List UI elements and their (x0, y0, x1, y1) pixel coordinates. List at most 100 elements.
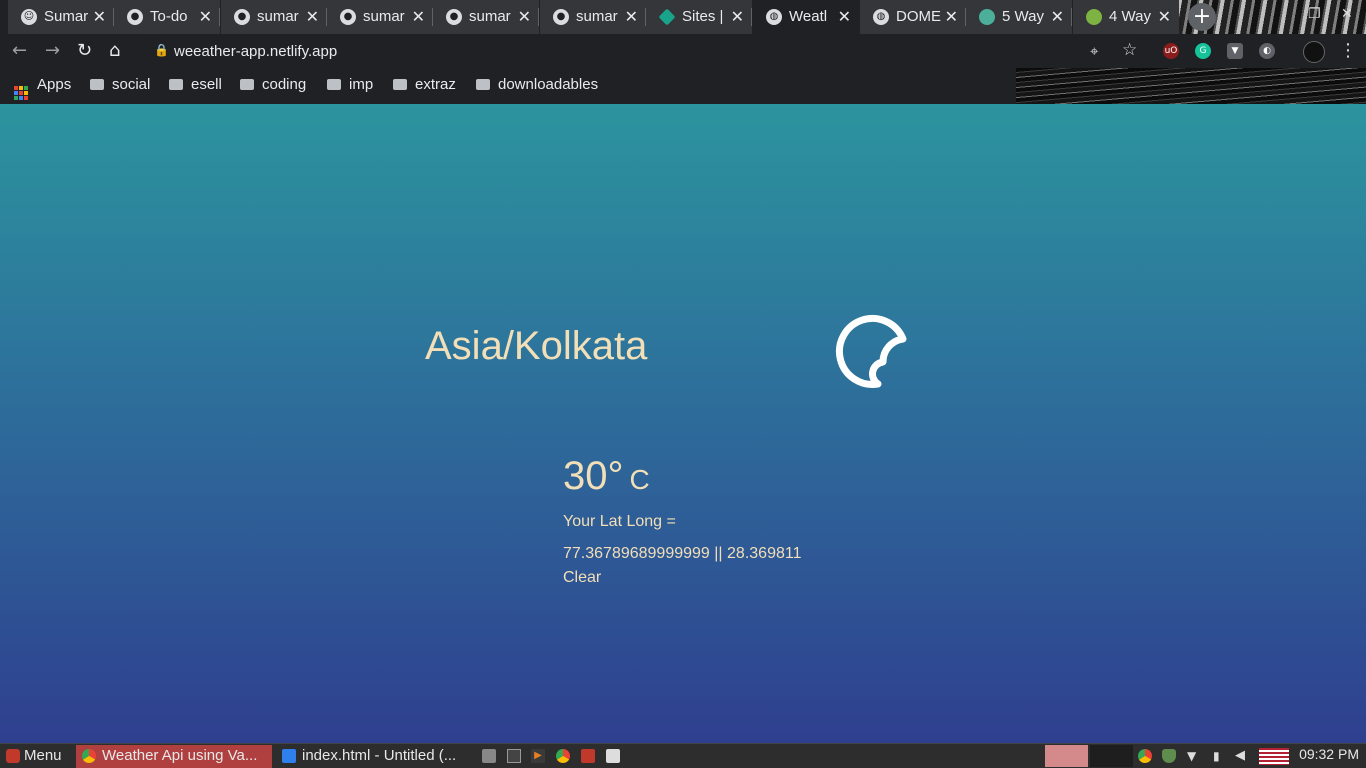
extension-icon[interactable]: ◐ (1259, 43, 1275, 59)
tab-title: sumar (363, 8, 405, 25)
profile-avatar[interactable] (1303, 41, 1325, 63)
tab-8[interactable]: ◍ DOME ✕ (860, 0, 966, 34)
tab-title: 5 Way (1002, 8, 1044, 25)
close-icon[interactable]: ✕ (1158, 7, 1171, 26)
address-bar[interactable]: 🔒 weeather-app.netlify.app (142, 38, 1152, 65)
tab-7-active[interactable]: ◍ Weatl ✕ (753, 0, 859, 34)
clear-night-moon-icon (835, 314, 907, 388)
folder-icon (393, 79, 407, 90)
new-tab-button[interactable]: + (1188, 3, 1216, 31)
folder-icon (240, 79, 254, 90)
more-menu-icon[interactable]: ⋮ (1339, 40, 1357, 61)
tab-1[interactable]: ● To-do ✕ (114, 0, 220, 34)
close-icon[interactable]: ✕ (1051, 7, 1064, 26)
notes-launcher-icon[interactable] (606, 749, 620, 763)
location-icon[interactable]: ⌖ (1090, 42, 1098, 60)
person-icon: ☺ (21, 9, 37, 25)
globe-icon: ◍ (873, 9, 889, 25)
folder-icon (90, 79, 104, 90)
folder-icon (476, 79, 490, 90)
home-icon[interactable]: ⌂ (109, 40, 120, 61)
browser-toolbar: ← → ↻ ⌂ 🔒 weeather-app.netlify.app ⌖ ☆ u… (0, 34, 1366, 68)
tab-3[interactable]: ● sumar ✕ (327, 0, 433, 34)
close-icon[interactable]: ✕ (93, 7, 106, 26)
bookmarks-bar: Apps social esell coding imp extraz down… (0, 68, 1366, 104)
globe-icon: ◍ (766, 9, 782, 25)
weather-page: Asia/Kolkata 30° C Your Lat Long = 77.367… (0, 104, 1366, 743)
tab-4[interactable]: ● sumar ✕ (433, 0, 539, 34)
grammarly-icon[interactable]: G (1195, 43, 1211, 59)
bookmark-folder-downloadables[interactable]: downloadables (476, 76, 598, 93)
workspace-switcher-1[interactable] (1045, 745, 1088, 767)
files-launcher-icon[interactable] (482, 749, 496, 763)
taskbar-window-chrome[interactable]: Weather Api using Va... (76, 745, 272, 768)
shield-tray-icon[interactable] (1162, 749, 1176, 763)
github-icon: ● (234, 9, 250, 25)
clock[interactable]: 09:32 PM (1299, 746, 1359, 762)
wifi-icon[interactable]: ▼ (1187, 749, 1201, 763)
battery-icon[interactable]: ▮ (1213, 749, 1227, 763)
back-icon[interactable]: ← (12, 40, 27, 61)
lock-icon: 🔒 (154, 43, 169, 57)
terminal-launcher-icon[interactable] (507, 749, 521, 763)
theme-decoration (1016, 68, 1366, 104)
close-icon[interactable]: ✕ (945, 7, 958, 26)
tab-6[interactable]: Sites | ✕ (646, 0, 752, 34)
close-icon[interactable]: ✕ (518, 7, 531, 26)
start-menu-button[interactable]: Menu (0, 745, 72, 768)
reload-icon[interactable]: ↻ (77, 40, 92, 61)
github-icon: ● (127, 9, 143, 25)
tab-title: sumar (257, 8, 299, 25)
chrome-launcher-icon[interactable] (556, 749, 570, 763)
forward-icon[interactable]: → (45, 40, 60, 61)
close-window-icon[interactable]: ✕ (1341, 6, 1353, 22)
github-icon: ● (340, 9, 356, 25)
tab-9[interactable]: 5 Way ✕ (966, 0, 1072, 34)
close-icon[interactable]: ✕ (199, 7, 212, 26)
ublock-icon[interactable]: uO (1163, 43, 1179, 59)
tab-2[interactable]: ● sumar ✕ (221, 0, 327, 34)
workspace-switcher-2[interactable] (1090, 745, 1133, 767)
bookmark-apps[interactable]: Apps (14, 76, 71, 100)
folder-icon (327, 79, 341, 90)
bookmark-folder-extraz[interactable]: extraz (393, 76, 456, 93)
tab-title: sumar (576, 8, 618, 25)
bookmark-folder-esell[interactable]: esell (169, 76, 222, 93)
taskbar-window-vscode[interactable]: index.html - Untitled (... (276, 745, 470, 768)
temperature-display: 30° C (563, 454, 650, 499)
close-icon[interactable]: ✕ (731, 7, 744, 26)
close-icon[interactable]: ✕ (412, 7, 425, 26)
us-flag-keyboard-icon[interactable] (1259, 748, 1289, 765)
bookmark-folder-social[interactable]: social (90, 76, 150, 93)
sites-icon (658, 8, 676, 26)
tab-10[interactable]: 4 Way ✕ (1073, 0, 1179, 34)
taskbar: Menu Weather Api using Va... index.html … (0, 743, 1366, 768)
weather-summary: Clear (563, 569, 602, 586)
apps-grid-icon (14, 86, 28, 100)
latlong-value: 77.36789689999999 || 28.369811 (563, 545, 802, 562)
vscode-icon (282, 749, 296, 763)
bookmark-star-icon[interactable]: ☆ (1122, 40, 1137, 60)
chrome-tray-icon[interactable] (1138, 749, 1152, 763)
tab-title: Sumar (44, 8, 89, 25)
url-text[interactable]: weeather-app.netlify.app (174, 43, 337, 60)
close-icon[interactable]: ✕ (838, 7, 851, 26)
bookmark-folder-imp[interactable]: imp (327, 76, 373, 93)
latlong-label: Your Lat Long = (563, 513, 676, 530)
tab-0[interactable]: ☺ Sumar ✕ (8, 0, 114, 34)
close-icon[interactable]: ✕ (625, 7, 638, 26)
tab-title: 4 Way (1109, 8, 1151, 25)
media-launcher-icon[interactable]: ▶ (531, 749, 545, 763)
close-icon[interactable]: ✕ (306, 7, 319, 26)
restore-window-icon[interactable]: ❐ (1308, 6, 1321, 22)
tab-title: sumar (469, 8, 511, 25)
shield-extension-icon[interactable]: ▼ (1227, 43, 1243, 59)
bookmark-folder-coding[interactable]: coding (240, 76, 306, 93)
tab-title: Sites | (682, 8, 724, 25)
filezilla-launcher-icon[interactable] (581, 749, 595, 763)
tab-5[interactable]: ● sumar ✕ (540, 0, 646, 34)
site-icon (1086, 9, 1102, 25)
github-icon: ● (553, 9, 569, 25)
tab-title: To-do (150, 8, 188, 25)
volume-icon[interactable]: ◀ (1235, 749, 1249, 763)
